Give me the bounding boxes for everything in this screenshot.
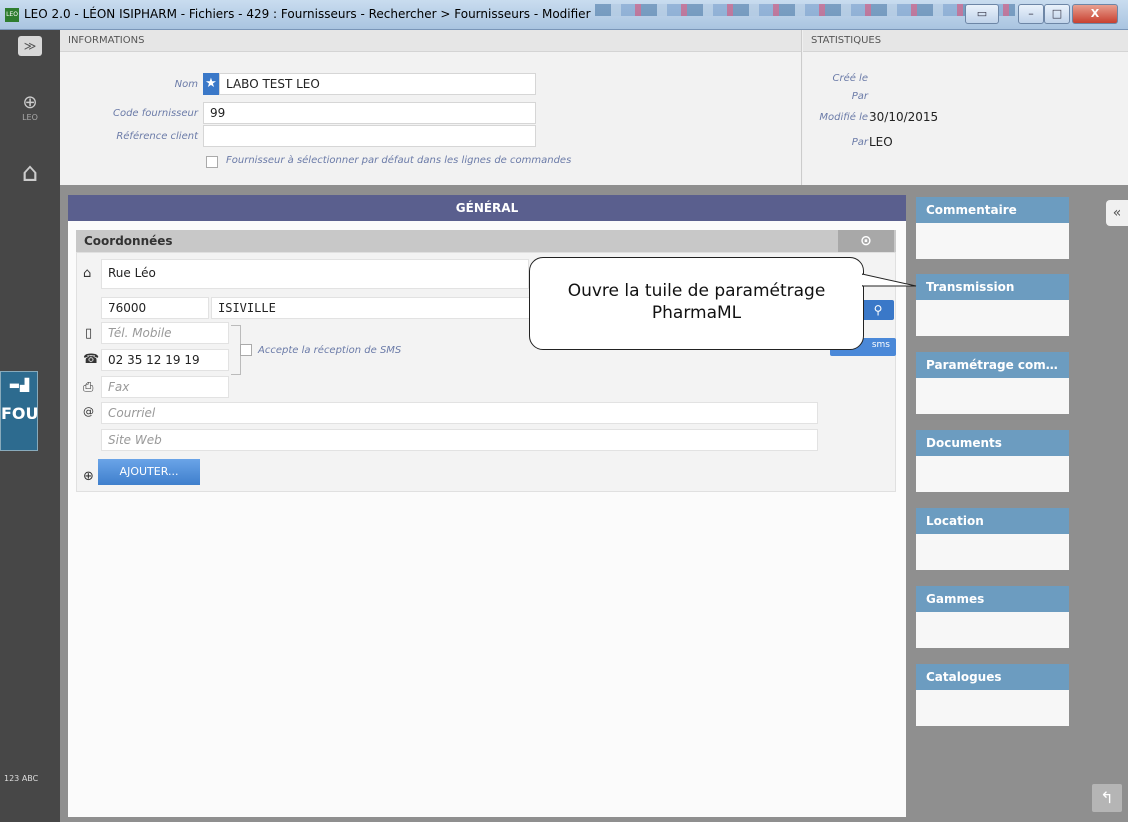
phone-icon: ☎ bbox=[83, 352, 100, 367]
maximize-button[interactable]: □ bbox=[1044, 4, 1070, 24]
home-button[interactable]: ⌂ bbox=[0, 158, 60, 188]
postcode-field[interactable]: 76000 bbox=[101, 297, 209, 319]
statistiques-header: STATISTIQUES bbox=[803, 30, 1128, 52]
reference-client-field[interactable] bbox=[203, 125, 536, 147]
leo-add-button[interactable]: ⊕ LEO bbox=[0, 92, 60, 122]
close-button[interactable]: X bbox=[1072, 4, 1118, 24]
nom-field[interactable]: LABO TEST LEO bbox=[219, 73, 536, 95]
modifie-le-label: Modifié le bbox=[819, 112, 868, 123]
app-logo-icon: LEO bbox=[5, 8, 19, 22]
modifie-par-label: Par bbox=[851, 137, 868, 148]
email-at-icon: @ bbox=[83, 405, 94, 418]
city-field[interactable]: ISIVILLE bbox=[211, 297, 531, 319]
minimize-button[interactable]: – bbox=[1018, 4, 1044, 24]
chevron-up-circle-icon: ⊙ bbox=[860, 233, 872, 249]
window-titlebar: LEO LEO 2.0 - LÉON ISIPHARM - Fichiers -… bbox=[0, 0, 1128, 30]
tile-transmission[interactable]: Transmission bbox=[916, 274, 1069, 336]
add-circle-icon[interactable]: ⊕ bbox=[83, 469, 94, 484]
module-fournisseurs-button[interactable]: ▬▟ FOU bbox=[0, 371, 39, 451]
phone-field[interactable]: 02 35 12 19 19 bbox=[101, 349, 229, 371]
tile-transmission-title: Transmission bbox=[916, 274, 1069, 300]
titlebar-decoration bbox=[595, 4, 1015, 16]
keyboard-mode-label[interactable]: 123 ABC bbox=[4, 774, 38, 783]
address-home-icon: ⌂ bbox=[83, 266, 92, 281]
home-icon: ⌂ bbox=[21, 158, 39, 188]
tile-commentaire[interactable]: Commentaire bbox=[916, 197, 1069, 259]
tile-gammes-title: Gammes bbox=[916, 586, 1069, 612]
default-supplier-checkbox[interactable] bbox=[206, 156, 218, 168]
tile-location-title: Location bbox=[916, 508, 1069, 534]
nom-label: Nom bbox=[174, 79, 198, 90]
fax-field[interactable]: Fax bbox=[101, 376, 229, 398]
map-pin-icon: ⚲ bbox=[873, 303, 883, 317]
statistiques-section: STATISTIQUES bbox=[803, 30, 1128, 185]
tooltip-line1: Ouvre la tuile de paramétrage bbox=[567, 281, 826, 301]
leo-add-icon: ⊕ bbox=[22, 92, 38, 113]
tile-gammes[interactable]: Gammes bbox=[916, 586, 1069, 648]
required-star-icon: ★ bbox=[203, 73, 219, 95]
chevron-double-left-icon: « bbox=[1112, 205, 1122, 221]
tile-commentaire-title: Commentaire bbox=[916, 197, 1069, 223]
website-field[interactable]: Site Web bbox=[101, 429, 818, 451]
tooltip-tail bbox=[862, 273, 917, 287]
modifie-par-value: LEO bbox=[869, 135, 893, 149]
tile-parametrage-title: Paramétrage comm... bbox=[916, 352, 1069, 378]
coordonnees-header: Coordonnées ⊙ bbox=[76, 230, 896, 252]
address-field[interactable]: Rue Léo bbox=[101, 259, 529, 289]
cree-par-label: Par bbox=[851, 91, 868, 102]
modifie-le-value: 30/10/2015 bbox=[869, 110, 939, 124]
ajouter-button[interactable]: AJOUTER... bbox=[98, 459, 200, 485]
window-extra-button[interactable]: ▭ bbox=[965, 4, 999, 24]
tile-location[interactable]: Location bbox=[916, 508, 1069, 570]
window-title: LEO 2.0 - LÉON ISIPHARM - Fichiers - 429… bbox=[24, 7, 591, 21]
side-panel-collapse-button[interactable]: « bbox=[1106, 200, 1128, 226]
email-field[interactable]: Courriel bbox=[101, 402, 818, 424]
tile-documents-title: Documents bbox=[916, 430, 1069, 456]
leo-label: LEO bbox=[22, 113, 38, 122]
sidebar-collapse-button[interactable]: ≫ bbox=[0, 36, 60, 56]
general-panel-header: GÉNÉRAL bbox=[68, 195, 906, 221]
default-supplier-label: Fournisseur à sélectionner par défaut da… bbox=[226, 155, 572, 166]
tooltip-line2: PharmaML bbox=[651, 303, 742, 323]
truck-icon: ▬▟ bbox=[8, 378, 30, 392]
back-button[interactable]: ↰ bbox=[1092, 784, 1122, 812]
tooltip-callout: Ouvre la tuile de paramétrage PharmaML bbox=[529, 257, 864, 350]
module-label: FOU bbox=[1, 404, 39, 423]
sms-label: Accepte la réception de SMS bbox=[258, 345, 402, 356]
map-pin-button[interactable]: ⚲ bbox=[862, 300, 894, 320]
tile-catalogues[interactable]: Catalogues bbox=[916, 664, 1069, 726]
code-fournisseur-label: Code fournisseur bbox=[112, 108, 198, 119]
tile-parametrage-commande[interactable]: Paramétrage comm... bbox=[916, 352, 1069, 414]
tile-catalogues-title: Catalogues bbox=[916, 664, 1069, 690]
informations-header: INFORMATIONS bbox=[60, 30, 801, 52]
fax-icon: ⎙ bbox=[83, 380, 94, 395]
code-fournisseur-field[interactable]: 99 bbox=[203, 102, 536, 124]
sms-checkbox[interactable] bbox=[240, 344, 252, 356]
mobile-field[interactable]: Tél. Mobile bbox=[101, 322, 229, 344]
mobile-phone-icon: ▯ bbox=[85, 326, 93, 341]
coordonnees-title: Coordonnées bbox=[84, 234, 173, 248]
collapse-coordonnees-button[interactable]: ⊙ bbox=[838, 230, 894, 252]
tile-documents[interactable]: Documents bbox=[916, 430, 1069, 492]
reference-client-label: Référence client bbox=[116, 131, 198, 142]
chevron-double-down-icon: ≫ bbox=[18, 36, 42, 56]
return-arrow-icon: ↰ bbox=[1100, 788, 1114, 807]
cree-le-label: Créé le bbox=[832, 73, 868, 84]
